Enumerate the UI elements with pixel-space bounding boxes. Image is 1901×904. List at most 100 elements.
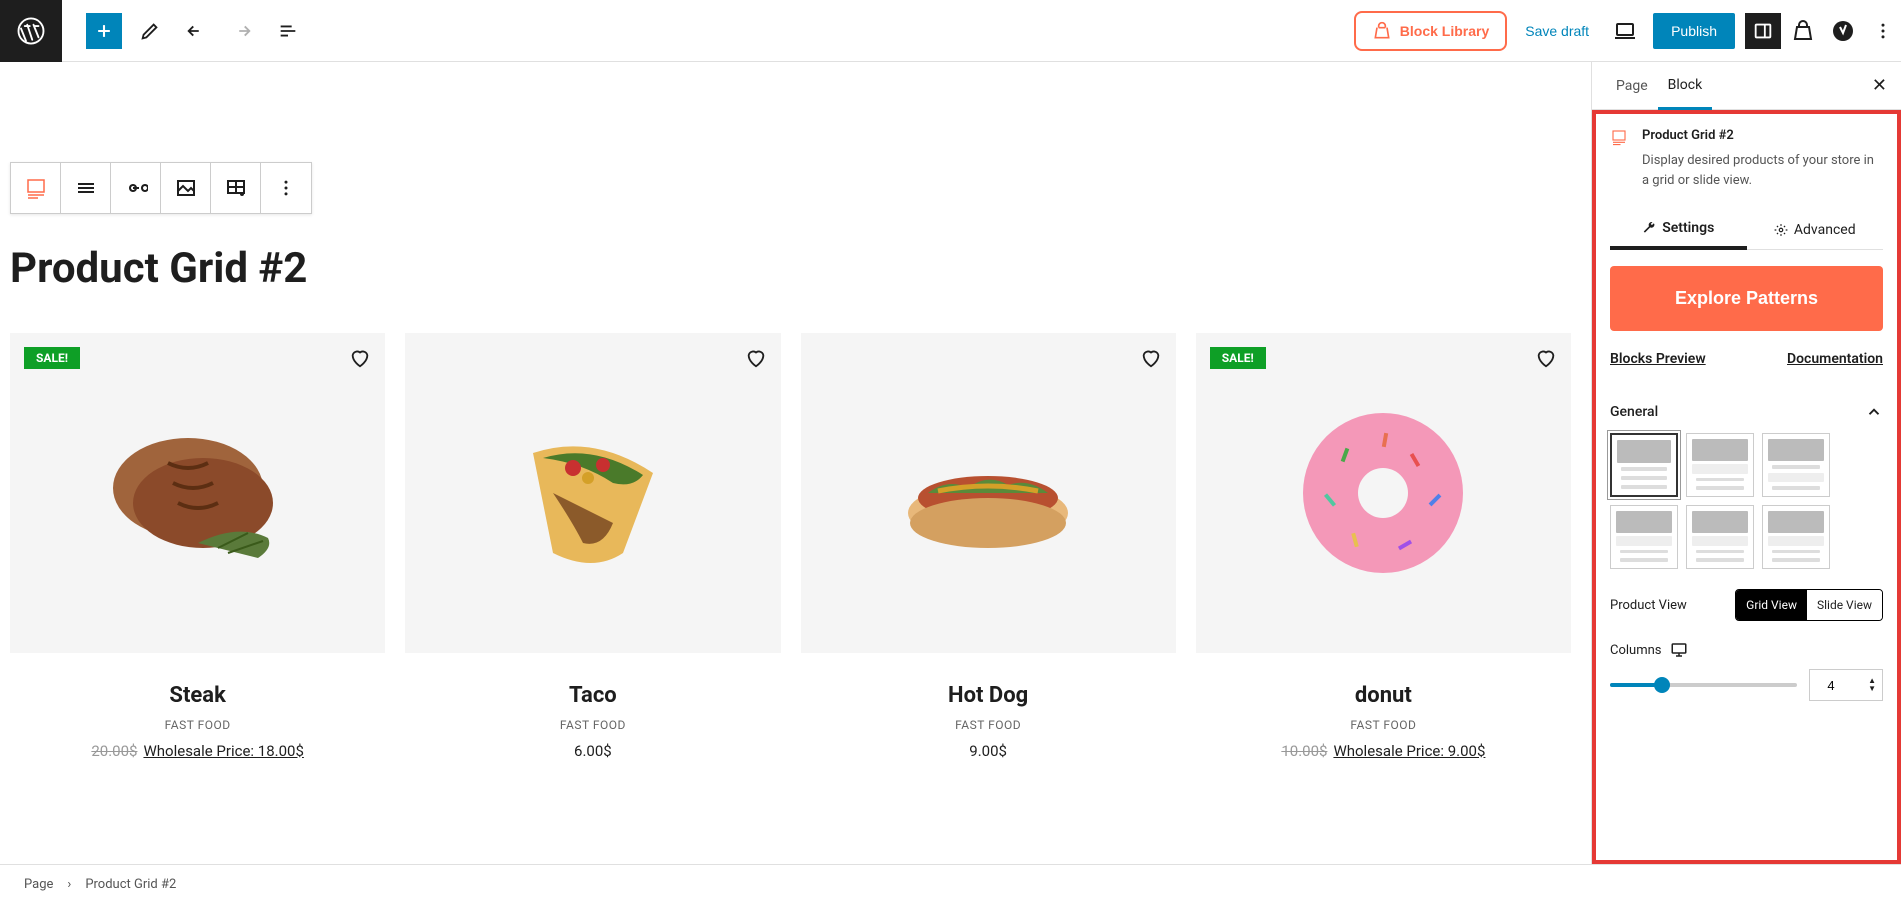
product-image (443, 365, 743, 621)
product-category: FAST FOOD (801, 718, 1176, 732)
bag-icon (1372, 21, 1392, 41)
tab-block[interactable]: Block (1658, 63, 1713, 110)
save-draft-button[interactable]: Save draft (1525, 23, 1589, 39)
panel-general-header[interactable]: General (1610, 391, 1883, 433)
document-overview-button[interactable] (270, 13, 306, 49)
shopping-bag-icon (1791, 19, 1815, 43)
wholesale-price: Wholesale Price: 18.00$ (143, 742, 303, 760)
slide-view-option[interactable]: Slide View (1807, 590, 1882, 620)
style-presets (1610, 433, 1883, 569)
breadcrumb: Page › Product Grid #2 (0, 864, 1901, 904)
block-type-button[interactable] (11, 163, 61, 213)
product-price: 6.00$ (405, 742, 780, 760)
style-preset-4[interactable] (1610, 505, 1678, 569)
product-price: 9.00$ (801, 742, 1176, 760)
gear-icon (1774, 223, 1788, 237)
top-toolbar: Block Library Save draft Publish (0, 0, 1901, 62)
heart-icon[interactable] (349, 347, 371, 369)
style-preset-1[interactable] (1610, 433, 1678, 497)
edit-tool-button[interactable] (132, 13, 168, 49)
spinner-buttons[interactable]: ▲▼ (1868, 677, 1876, 693)
columns-slider[interactable] (1610, 683, 1797, 687)
product-card[interactable]: Taco FAST FOOD 6.00$ (405, 333, 780, 760)
yoast-button[interactable] (1825, 13, 1861, 49)
product-name: Hot Dog (801, 683, 1176, 708)
columns-label: Columns (1610, 643, 1662, 658)
infinity-icon (124, 176, 148, 200)
block-library-button[interactable]: Block Library (1354, 11, 1507, 51)
chevron-up-icon (1865, 403, 1883, 421)
yoast-icon (1831, 19, 1855, 43)
wholesale-price: Wholesale Price: 9.00$ (1333, 742, 1485, 760)
align-button[interactable] (61, 163, 111, 213)
wp-logo[interactable] (0, 0, 62, 62)
close-sidebar-button[interactable]: ✕ (1872, 75, 1887, 96)
blocks-preview-link[interactable]: Blocks Preview (1610, 351, 1706, 367)
woo-button[interactable] (1785, 13, 1821, 49)
product-name: Taco (405, 683, 780, 708)
block-more-button[interactable] (261, 163, 311, 213)
laptop-icon (1613, 19, 1637, 43)
image-icon (174, 176, 198, 200)
sidebar-icon (1752, 20, 1774, 42)
grid-block-icon (24, 176, 48, 200)
editor-canvas[interactable]: Product Grid #2 SALE! Steak FAST FOOD 20… (0, 62, 1591, 864)
device-preview-button[interactable] (1607, 13, 1643, 49)
pencil-icon (139, 20, 161, 42)
heart-icon[interactable] (1535, 347, 1557, 369)
product-card[interactable]: SALE! Steak FAST FOOD 20.00$ Wholesale Pr… (10, 333, 385, 760)
redo-button[interactable] (224, 13, 260, 49)
heart-icon[interactable] (1140, 347, 1162, 369)
columns-input[interactable]: ▲▼ (1809, 669, 1883, 701)
breadcrumb-item[interactable]: Page (24, 877, 53, 892)
add-block-button[interactable] (86, 13, 122, 49)
product-image (48, 365, 348, 621)
wordpress-icon (16, 16, 46, 46)
tab-page[interactable]: Page (1606, 64, 1658, 108)
settings-sidebar: Page Block ✕ Product Grid #2 Display des… (1591, 62, 1901, 864)
block-library-label: Block Library (1400, 23, 1489, 39)
product-view-label: Product View (1610, 598, 1687, 613)
old-price: 20.00$ (91, 742, 137, 760)
undo-button[interactable] (178, 13, 214, 49)
sub-tab-settings[interactable]: Settings (1610, 210, 1747, 250)
style-preset-3[interactable] (1762, 433, 1830, 497)
grid-view-option[interactable]: Grid View (1736, 590, 1807, 620)
product-category: FAST FOOD (1196, 718, 1571, 732)
sub-tab-advanced[interactable]: Advanced (1747, 210, 1884, 249)
product-grid: SALE! Steak FAST FOOD 20.00$ Wholesale Pr… (10, 333, 1591, 760)
sale-badge: SALE! (1210, 347, 1266, 369)
breadcrumb-separator: › (67, 877, 71, 892)
heart-icon[interactable] (745, 347, 767, 369)
image-button[interactable] (161, 163, 211, 213)
desktop-icon[interactable] (1670, 641, 1688, 659)
documentation-link[interactable]: Documentation (1787, 351, 1883, 367)
product-image (838, 365, 1138, 621)
product-card[interactable]: Hot Dog FAST FOOD 9.00$ (801, 333, 1176, 760)
product-view-toggle: Grid View Slide View (1735, 589, 1883, 621)
product-image (1233, 365, 1533, 621)
plus-icon (94, 21, 114, 41)
product-name: Steak (10, 683, 385, 708)
settings-sidebar-button[interactable] (1745, 13, 1781, 49)
table-button[interactable] (211, 163, 261, 213)
transform-button[interactable] (111, 163, 161, 213)
product-card[interactable]: SALE! donut FAST FOOD 10.00$Wholesale Pr… (1196, 333, 1571, 760)
sale-badge: SALE! (24, 347, 80, 369)
more-options-button[interactable] (1865, 13, 1901, 49)
style-preset-5[interactable] (1686, 505, 1754, 569)
product-category: FAST FOOD (405, 718, 780, 732)
style-preset-6[interactable] (1762, 505, 1830, 569)
style-preset-2[interactable] (1686, 433, 1754, 497)
breadcrumb-item[interactable]: Product Grid #2 (85, 877, 176, 892)
block-title: Product Grid #2 (1642, 128, 1883, 143)
explore-patterns-button[interactable]: Explore Patterns (1610, 266, 1883, 331)
kebab-icon (1873, 21, 1893, 41)
block-toolbar (10, 162, 312, 214)
publish-button[interactable]: Publish (1653, 13, 1735, 49)
redo-icon (231, 20, 253, 42)
list-icon (277, 20, 299, 42)
product-category: FAST FOOD (10, 718, 385, 732)
kebab-icon (276, 178, 296, 198)
align-icon (74, 176, 98, 200)
